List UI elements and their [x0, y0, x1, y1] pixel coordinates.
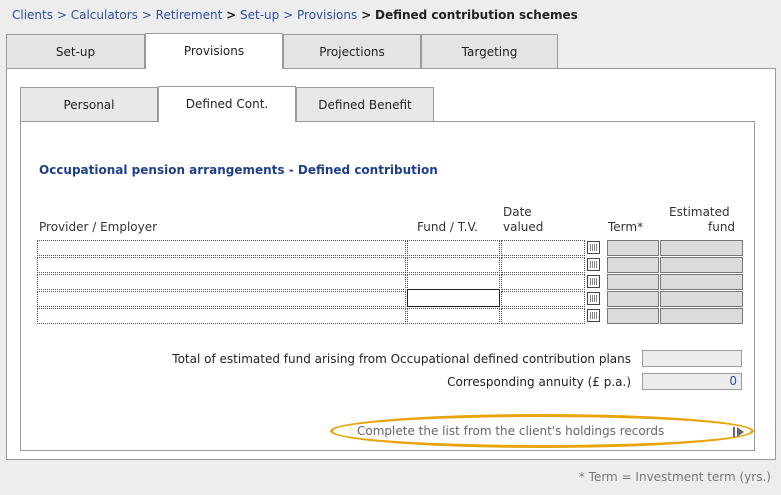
play-icon-bar [733, 427, 735, 437]
estimated-fund-field [660, 274, 743, 290]
breadcrumb-setup[interactable]: Set-up [240, 8, 279, 22]
term-field [607, 308, 659, 324]
annuity-value: 0 [642, 373, 742, 390]
breadcrumb-provisions[interactable]: Provisions [297, 8, 357, 22]
tab-projections[interactable]: Projections [283, 34, 421, 68]
calendar-icon[interactable] [587, 258, 600, 271]
provider-input[interactable] [37, 257, 406, 273]
date-input[interactable] [501, 240, 585, 256]
breadcrumb-retirement[interactable]: Retirement [156, 8, 223, 22]
provider-input[interactable] [37, 308, 406, 324]
estimated-fund-field [660, 240, 743, 256]
total-fund-value [642, 350, 742, 367]
breadcrumb-separator: > [56, 8, 67, 22]
provider-input[interactable] [37, 291, 406, 307]
estimated-fund-field [660, 291, 743, 307]
header-date-top: Date [503, 205, 532, 219]
breadcrumb-separator: > [283, 8, 294, 22]
fund-input[interactable] [407, 289, 500, 307]
complete-list-link[interactable]: Complete the list from the client's hold… [357, 424, 664, 438]
date-input[interactable] [501, 274, 585, 290]
annuity-label: Corresponding annuity (£ p.a.) [447, 375, 631, 389]
calendar-icon[interactable] [587, 275, 600, 288]
term-field [607, 291, 659, 307]
subtab-defined-cont[interactable]: Defined Cont. [158, 86, 296, 122]
play-icon[interactable] [737, 427, 744, 437]
term-field [607, 240, 659, 256]
calendar-icon[interactable] [587, 309, 600, 322]
date-input[interactable] [501, 308, 585, 324]
tab-provisions[interactable]: Provisions [145, 33, 283, 69]
tab-setup[interactable]: Set-up [6, 34, 145, 68]
provider-input[interactable] [37, 274, 406, 290]
breadcrumb-separator: > [226, 8, 237, 22]
fund-input[interactable] [407, 274, 500, 290]
breadcrumb-separator: > [141, 8, 152, 22]
estimated-fund-field [660, 308, 743, 324]
fund-input[interactable] [407, 308, 500, 324]
calendar-icon[interactable] [587, 241, 600, 254]
term-footnote: * Term = Investment term (yrs.) [578, 470, 771, 484]
date-input[interactable] [501, 291, 585, 307]
tab-targeting[interactable]: Targeting [421, 34, 558, 68]
term-field [607, 257, 659, 273]
header-provider: Provider / Employer [39, 220, 158, 234]
breadcrumb-clients[interactable]: Clients [12, 8, 53, 22]
provider-input[interactable] [37, 240, 406, 256]
breadcrumb-calculators[interactable]: Calculators [71, 8, 138, 22]
header-date-bottom: valued [503, 220, 544, 234]
header-fund: Fund / T.V. [417, 220, 478, 234]
subtab-defined-benefit[interactable]: Defined Benefit [296, 87, 434, 121]
estimated-fund-field [660, 257, 743, 273]
subtab-personal[interactable]: Personal [20, 87, 158, 121]
header-estimated-bottom: fund [708, 220, 736, 234]
header-term: Term* [608, 220, 644, 234]
date-input[interactable] [501, 257, 585, 273]
calendar-icon[interactable] [587, 292, 600, 305]
breadcrumb: Clients > Calculators > Retirement > Set… [12, 8, 578, 22]
section-title: Occupational pension arrangements - Defi… [39, 163, 438, 177]
term-field [607, 274, 659, 290]
breadcrumb-current: Defined contribution schemes [374, 8, 578, 22]
total-fund-label: Total of estimated fund arising from Occ… [172, 352, 631, 366]
breadcrumb-separator: > [361, 8, 372, 22]
header-estimated-top: Estimated [669, 205, 730, 219]
fund-input[interactable] [407, 240, 500, 256]
fund-input[interactable] [407, 257, 500, 273]
